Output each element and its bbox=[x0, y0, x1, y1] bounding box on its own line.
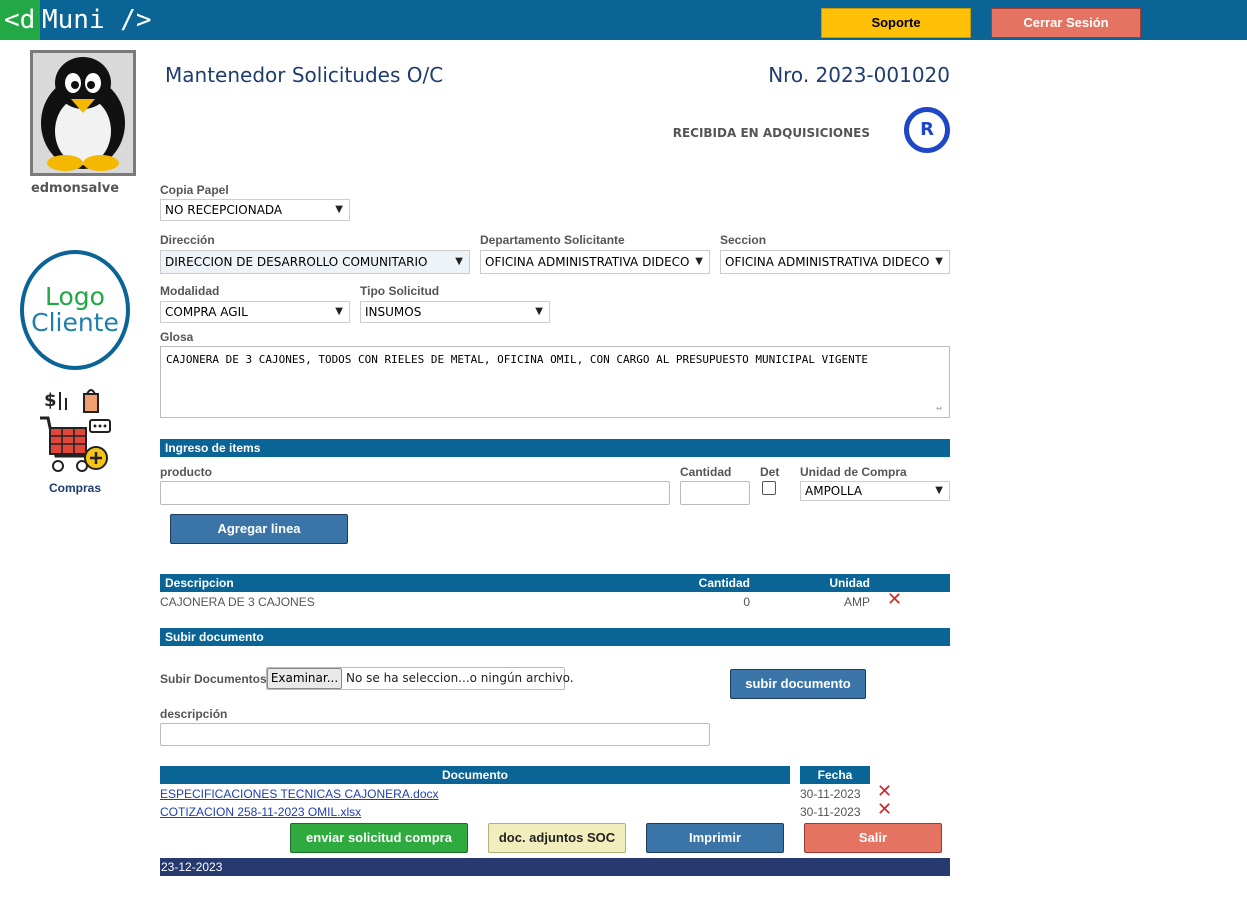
descripcion-input[interactable] bbox=[160, 723, 710, 746]
copia-papel-value: NO RECEPCIONADA bbox=[165, 203, 283, 217]
unidad-compra-label: Unidad de Compra bbox=[800, 465, 907, 479]
departamento-label: Departamento Solicitante bbox=[480, 233, 625, 247]
tipo-solicitud-label: Tipo Solicitud bbox=[360, 284, 440, 298]
cantidad-input[interactable] bbox=[680, 481, 750, 505]
shopping-cart-icon[interactable]: $ bbox=[38, 386, 114, 478]
col-unidad-header: Unidad bbox=[829, 576, 870, 590]
page-title: Mantenedor Solicitudes O/C bbox=[165, 63, 444, 87]
direccion-select[interactable]: DIRECCION DE DESARROLLO COMUNITARIO ▼ bbox=[160, 250, 470, 274]
penguin-icon bbox=[41, 57, 125, 171]
seccion-value: OFICINA ADMINISTRATIVA DIDECO bbox=[725, 255, 930, 269]
modalidad-value: COMPRA AGIL bbox=[165, 305, 248, 319]
browse-button[interactable]: Examinar... bbox=[267, 668, 342, 689]
svg-text:$: $ bbox=[44, 390, 57, 411]
resize-grip-icon[interactable]: ⇿ bbox=[936, 404, 946, 414]
modalidad-label: Modalidad bbox=[160, 284, 220, 298]
chevron-down-icon: ▼ bbox=[335, 204, 343, 215]
departamento-select[interactable]: OFICINA ADMINISTRATIVA DIDECO ▼ bbox=[480, 250, 710, 274]
file-input[interactable]: Examinar... No se ha seleccion...o ningú… bbox=[266, 667, 574, 690]
col-descripcion-header: Descripcion bbox=[165, 576, 234, 590]
agregar-linea-button[interactable]: Agregar linea bbox=[170, 514, 348, 544]
det-checkbox[interactable] bbox=[762, 481, 776, 495]
fecha-col-header: Fecha bbox=[800, 766, 870, 784]
documento-col-header: Documento bbox=[160, 766, 790, 784]
chevron-down-icon: ▼ bbox=[935, 485, 943, 496]
item-unidad: AMP bbox=[843, 595, 870, 609]
col-cantidad-header: Cantidad bbox=[698, 576, 750, 590]
chevron-down-icon: ▼ bbox=[455, 256, 463, 267]
direccion-label: Dirección bbox=[160, 233, 215, 247]
det-label: Det bbox=[760, 465, 780, 479]
item-descripcion: CAJONERA DE 3 CAJONES bbox=[160, 595, 315, 609]
glosa-textarea[interactable]: CAJONERA DE 3 CAJONES, TODOS CON RIELES … bbox=[160, 346, 950, 418]
document-date: 30-11-2023 bbox=[800, 805, 861, 819]
tipo-solicitud-select[interactable]: INSUMOS ▼ bbox=[360, 301, 550, 323]
status-badge: R bbox=[904, 107, 950, 153]
client-logo-line1: Logo bbox=[45, 282, 105, 311]
document-link[interactable]: COTIZACION 258-11-2023 OMIL.xlsx bbox=[160, 805, 361, 819]
status-text: RECIBIDA EN ADQUISICIONES bbox=[672, 126, 870, 140]
descripcion-label: descripción bbox=[160, 707, 228, 721]
direccion-value: DIRECCION DE DESARROLLO COMUNITARIO bbox=[165, 255, 428, 269]
imprimir-button[interactable]: Imprimir bbox=[646, 823, 784, 853]
subir-documentos-label: Subir Documentos bbox=[160, 672, 267, 686]
file-status: No se ha seleccion...o ningún archivo. bbox=[346, 671, 574, 685]
producto-input[interactable] bbox=[160, 481, 670, 505]
upload-section-header: Subir documento bbox=[160, 628, 950, 646]
compras-label[interactable]: Compras bbox=[35, 481, 115, 495]
seccion-label: Seccion bbox=[720, 233, 767, 247]
items-section-header: Ingreso de items bbox=[160, 439, 950, 457]
footer-date: 23-12-2023 bbox=[160, 858, 950, 876]
chevron-down-icon: ▼ bbox=[695, 256, 703, 267]
seccion-select[interactable]: OFICINA ADMINISTRATIVA DIDECO ▼ bbox=[720, 250, 950, 274]
username: edmonsalve bbox=[30, 181, 120, 196]
doc-adjuntos-button[interactable]: doc. adjuntos SOC bbox=[488, 823, 626, 853]
chevron-down-icon: ▼ bbox=[535, 306, 543, 317]
modalidad-select[interactable]: COMPRA AGIL ▼ bbox=[160, 301, 350, 323]
copia-papel-label: Copia Papel bbox=[160, 183, 229, 197]
glosa-value: CAJONERA DE 3 CAJONES, TODOS CON RIELES … bbox=[166, 353, 868, 366]
subir-documento-button[interactable]: subir documento bbox=[730, 669, 866, 699]
avatar bbox=[30, 50, 136, 176]
brand-name: Muni /> bbox=[42, 5, 152, 35]
delete-document-icon[interactable]: ✕ bbox=[877, 783, 892, 801]
unidad-compra-value: AMPOLLA bbox=[805, 484, 863, 498]
glosa-label: Glosa bbox=[160, 330, 194, 344]
client-logo: Logo Cliente bbox=[20, 250, 130, 370]
producto-label: producto bbox=[160, 465, 212, 479]
delete-item-icon[interactable]: ✕ bbox=[887, 591, 902, 609]
item-cantidad: 0 bbox=[743, 595, 750, 609]
soporte-button[interactable]: Soporte bbox=[821, 8, 971, 38]
unidad-compra-select[interactable]: AMPOLLA ▼ bbox=[800, 481, 950, 501]
chevron-down-icon: ▼ bbox=[935, 256, 943, 267]
cerrar-sesion-button[interactable]: Cerrar Sesión bbox=[991, 8, 1141, 38]
document-date: 30-11-2023 bbox=[800, 787, 861, 801]
client-logo-line2: Cliente bbox=[31, 308, 119, 337]
enviar-solicitud-button[interactable]: enviar solicitud compra bbox=[290, 823, 468, 853]
brand-logo-mark: <d bbox=[0, 0, 40, 40]
salir-button[interactable]: Salir bbox=[804, 823, 942, 853]
order-number: Nro. 2023-001020 bbox=[768, 63, 950, 87]
cantidad-label: Cantidad bbox=[680, 465, 732, 479]
chevron-down-icon: ▼ bbox=[335, 306, 343, 317]
delete-document-icon[interactable]: ✕ bbox=[877, 801, 892, 819]
document-link[interactable]: ESPECIFICACIONES TECNICAS CAJONERA.docx bbox=[160, 787, 439, 801]
tipo-solicitud-value: INSUMOS bbox=[365, 305, 422, 319]
departamento-value: OFICINA ADMINISTRATIVA DIDECO bbox=[485, 255, 690, 269]
copia-papel-select[interactable]: NO RECEPCIONADA ▼ bbox=[160, 199, 350, 221]
